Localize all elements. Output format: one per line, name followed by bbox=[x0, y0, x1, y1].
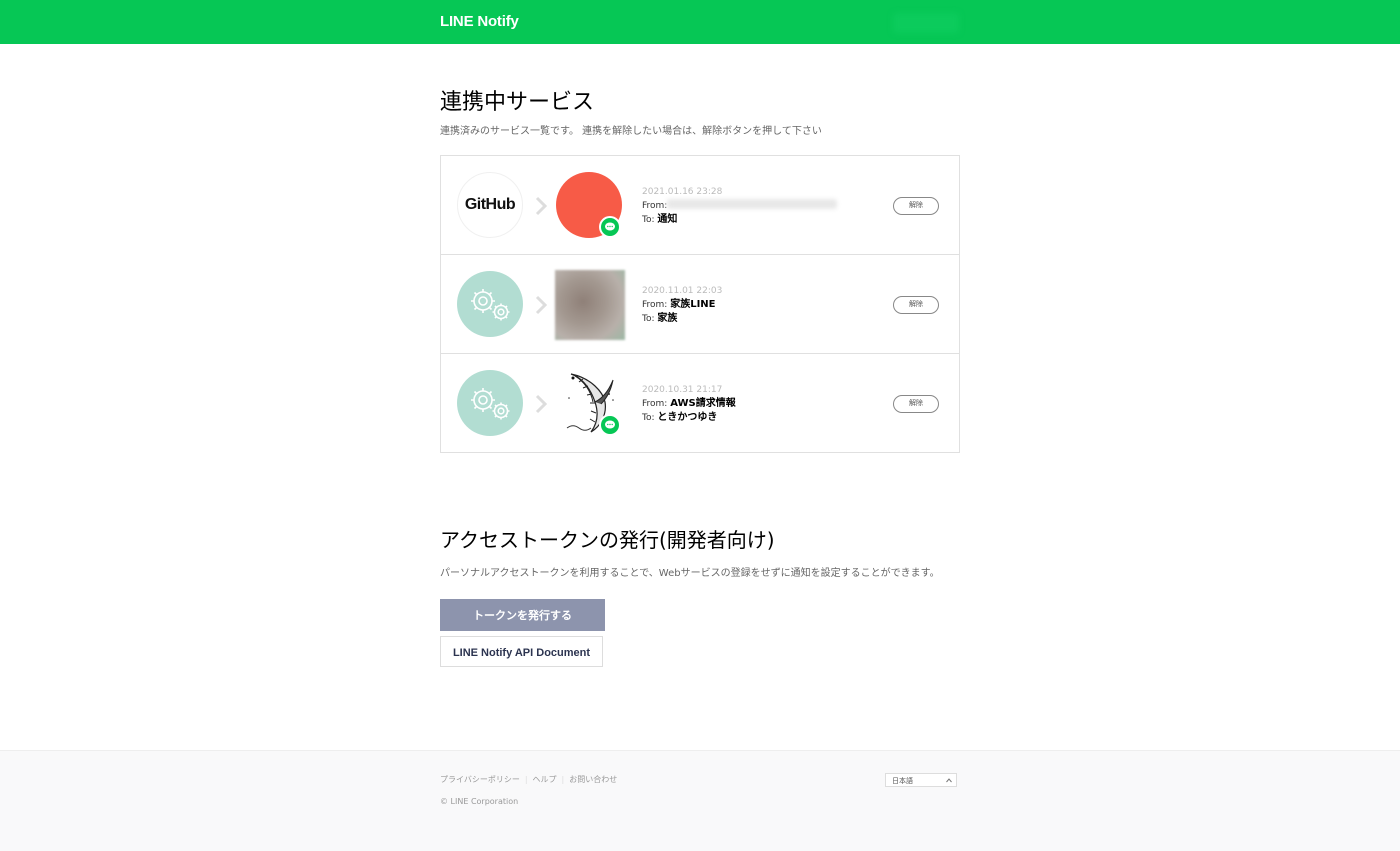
issue-token-button[interactable]: トークンを発行する bbox=[440, 599, 605, 631]
github-icon: GitHub bbox=[457, 172, 523, 238]
service-to: To: ときかつゆき bbox=[642, 412, 718, 423]
service-row: 2020.10.31 21:17 From: AWS請求情報 To: ときかつゆ… bbox=[441, 353, 959, 452]
header-user-menu[interactable] bbox=[893, 13, 959, 33]
service-from: From: bbox=[642, 199, 838, 213]
redacted-from-value bbox=[667, 199, 838, 209]
service-to: To: 家族 bbox=[642, 313, 678, 324]
service-date: 2020.11.01 22:03 bbox=[642, 286, 723, 296]
gears-icon bbox=[457, 271, 523, 337]
service-row: GitHub 2021.01.16 23:28 From: To: 通知 解除 bbox=[441, 156, 959, 254]
connected-services-description: 連携済みのサービス一覧です。 連携を解除したい場合は、解除ボタンを押して下さい bbox=[440, 126, 822, 137]
service-date: 2021.01.16 23:28 bbox=[642, 187, 723, 197]
service-date: 2020.10.31 21:17 bbox=[642, 385, 723, 395]
chevron-right-icon bbox=[535, 394, 548, 414]
chevron-right-icon bbox=[535, 295, 548, 315]
service-row: 2020.11.01 22:03 From: 家族LINE To: 家族 解除 bbox=[441, 254, 959, 353]
access-token-description: パーソナルアクセストークンを利用することで、Webサービスの登録をせずに通知を設… bbox=[440, 568, 940, 579]
connected-services-title: 連携中サービス bbox=[440, 90, 595, 115]
github-logo-text: GitHub bbox=[464, 196, 516, 213]
help-link[interactable]: ヘルプ bbox=[533, 775, 557, 784]
copyright: © LINE Corporation bbox=[440, 797, 519, 806]
api-document-button[interactable]: LINE Notify API Document bbox=[440, 636, 603, 667]
line-chat-badge-icon bbox=[599, 216, 621, 238]
service-meta: 2020.10.31 21:17 From: AWS請求情報 To: ときかつゆ… bbox=[642, 384, 736, 425]
privacy-policy-link[interactable]: プライバシーポリシー bbox=[440, 775, 520, 784]
chevron-right-icon bbox=[535, 196, 548, 216]
language-select[interactable]: 日本語 bbox=[885, 773, 957, 787]
unlink-button[interactable]: 解除 bbox=[893, 296, 939, 314]
service-meta: 2020.11.01 22:03 From: 家族LINE To: 家族 bbox=[642, 285, 722, 326]
service-list: GitHub 2021.01.16 23:28 From: To: 通知 解除 bbox=[440, 155, 960, 453]
line-chat-badge-icon bbox=[599, 414, 621, 436]
service-from: From: 家族LINE bbox=[642, 299, 716, 310]
unlink-button[interactable]: 解除 bbox=[893, 197, 939, 215]
footer: プライバシーポリシー | ヘルプ | お問い合わせ © LINE Corporation… bbox=[0, 750, 1400, 851]
header: LINE Notify bbox=[0, 0, 1400, 44]
access-token-title: アクセストークンの発行(開発者向け) bbox=[440, 528, 775, 552]
footer-separator: | bbox=[524, 775, 528, 784]
chevron-up-icon bbox=[946, 778, 952, 783]
footer-links: プライバシーポリシー | ヘルプ | お問い合わせ bbox=[440, 774, 617, 785]
footer-separator: | bbox=[561, 775, 565, 784]
group-photo-avatar bbox=[555, 270, 625, 340]
language-select-value: 日本語 bbox=[892, 777, 913, 785]
service-to: To: 通知 bbox=[642, 214, 678, 225]
unlink-button[interactable]: 解除 bbox=[893, 395, 939, 413]
line-notify-logo[interactable]: LINE Notify bbox=[440, 13, 519, 30]
service-from: From: AWS請求情報 bbox=[642, 398, 736, 409]
gears-icon bbox=[457, 370, 523, 436]
service-meta: 2021.01.16 23:28 From: To: 通知 bbox=[642, 186, 838, 227]
contact-link[interactable]: お問い合わせ bbox=[569, 775, 617, 784]
